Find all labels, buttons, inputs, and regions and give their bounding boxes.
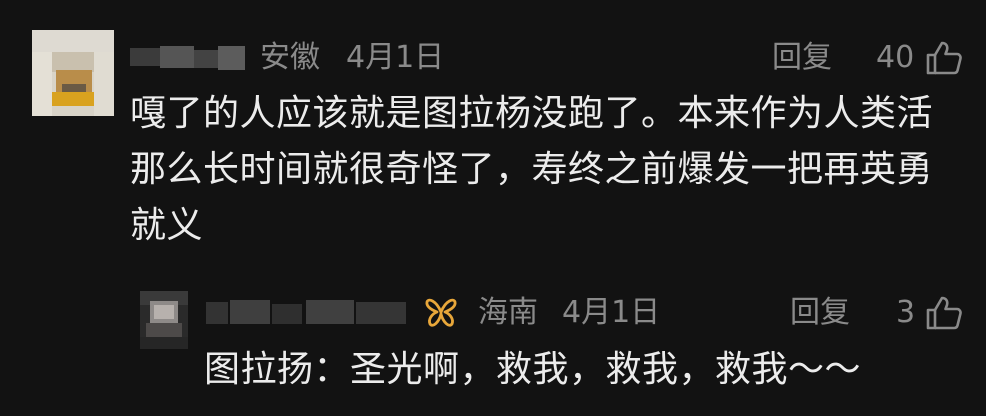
comment-body: 嘎了的人应该就是图拉杨没跑了。本来作为人类活 那么长时间就很奇怪了，寿终之前爆发… <box>130 86 933 254</box>
reply-button[interactable]: 回复 <box>790 295 850 331</box>
comment-date: 4月1日 <box>346 40 445 75</box>
avatar[interactable] <box>32 30 114 116</box>
comment-date: 4月1日 <box>562 295 661 330</box>
thumbs-up-icon[interactable] <box>924 295 964 331</box>
comment-line: 嘎了的人应该就是图拉杨没跑了。本来作为人类活 <box>130 93 934 134</box>
username-blurred[interactable] <box>130 42 245 72</box>
comment-line: 图拉扬：圣光啊，救我，救我，救我～～ <box>204 349 862 390</box>
username-blurred[interactable] <box>206 298 406 326</box>
comment-location: 海南 <box>478 295 538 330</box>
reply-button[interactable]: 回复 <box>772 40 832 76</box>
comment-body: 图拉扬：圣光啊，救我，救我，救我～～ <box>204 342 861 398</box>
like-count: 3 <box>896 295 916 330</box>
like-count: 40 <box>876 40 915 75</box>
comment-location: 安徽 <box>260 40 320 75</box>
butterfly-badge-icon <box>425 298 457 327</box>
comment-line: 那么长时间就很奇怪了，寿终之前爆发一把再英勇 <box>130 149 934 190</box>
comment-line: 就义 <box>130 205 204 246</box>
thumbs-up-icon[interactable] <box>924 40 964 76</box>
avatar[interactable] <box>140 291 188 349</box>
